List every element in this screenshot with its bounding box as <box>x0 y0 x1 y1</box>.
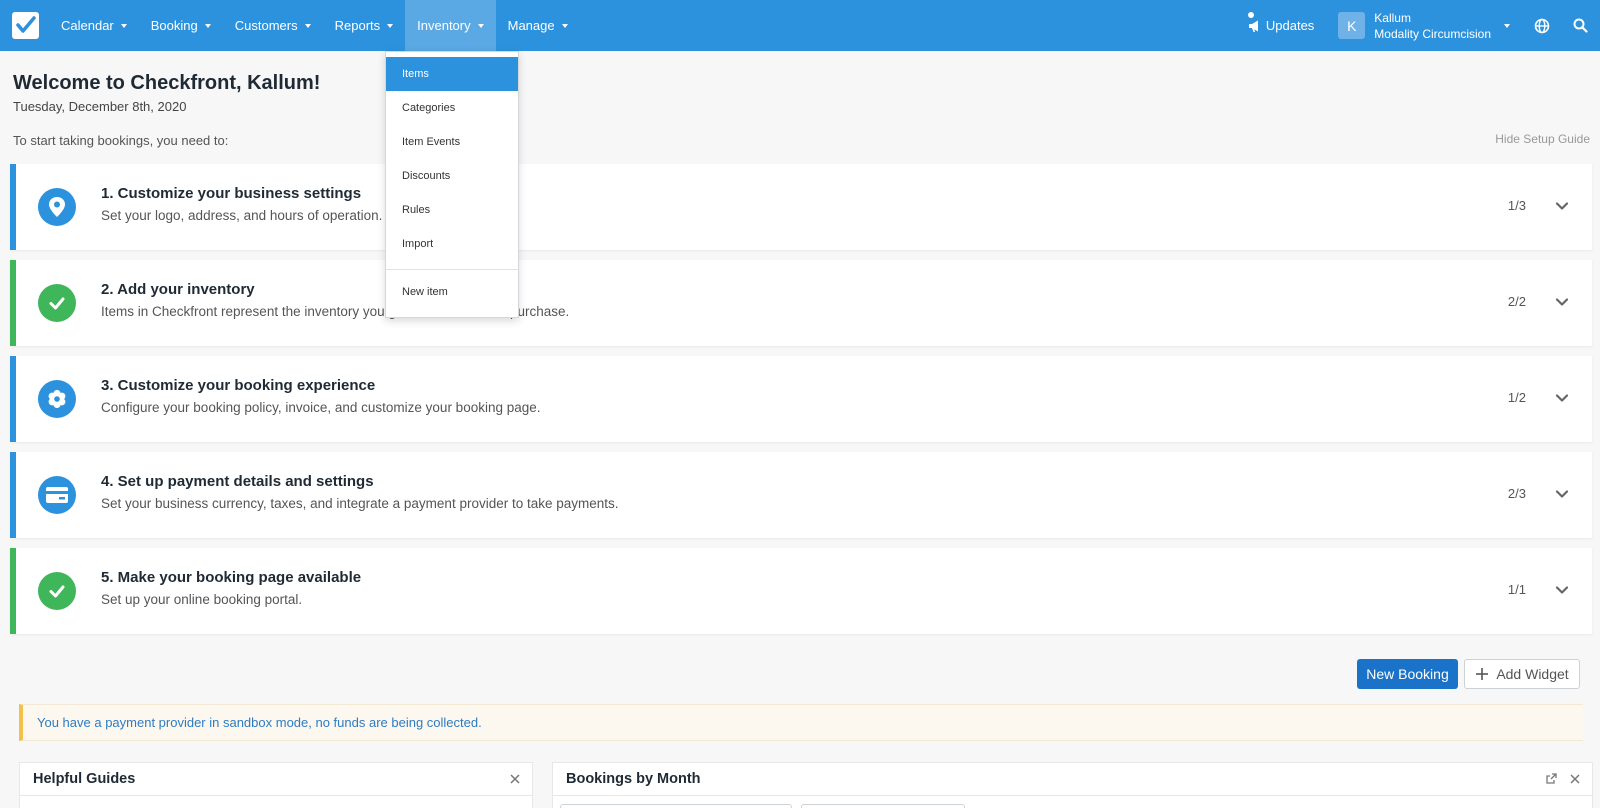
setup-step-1[interactable]: 1. Customize your business settings Set … <box>10 164 1592 250</box>
add-widget-label: Add Widget <box>1496 666 1569 682</box>
user-name: Kallum <box>1374 10 1411 25</box>
step-title: 3. Customize your booking experience <box>101 377 376 394</box>
helpful-guides-widget: Helpful Guides <box>19 762 533 808</box>
step-title: 1. Customize your business settings <box>101 185 362 202</box>
sandbox-alert: You have a payment provider in sandbox m… <box>19 704 1583 741</box>
chevron-down-icon[interactable] <box>1554 486 1570 502</box>
caret-down-icon <box>304 23 311 28</box>
step-description: Set up your online booking portal. <box>101 592 303 607</box>
setup-step-4[interactable]: 4. Set up payment details and settings S… <box>10 452 1592 538</box>
nav-booking[interactable]: Booking <box>139 0 223 51</box>
step-progress: 2/2 <box>1507 294 1526 309</box>
credit-card-icon <box>38 476 76 514</box>
menu-item-rules[interactable]: Rules <box>386 193 518 227</box>
menu-divider <box>386 269 518 270</box>
top-navbar: Calendar Booking Customers Reports Inven… <box>0 0 1600 51</box>
caret-down-icon <box>477 23 484 28</box>
chevron-down-icon[interactable] <box>1554 582 1570 598</box>
close-icon[interactable] <box>1569 773 1581 785</box>
menu-item-new-item[interactable]: New item <box>386 275 518 309</box>
step-progress: 1/1 <box>1507 582 1526 597</box>
nav-customers[interactable]: Customers <box>223 0 323 51</box>
search-icon[interactable] <box>1570 16 1590 36</box>
close-icon[interactable] <box>509 773 521 785</box>
nav-calendar-label: Calendar <box>61 18 114 33</box>
step-title: 4. Set up payment details and settings <box>101 473 374 490</box>
setup-step-5[interactable]: 5. Make your booking page available Set … <box>10 548 1592 634</box>
checkmark-icon <box>38 572 76 610</box>
caret-down-icon <box>387 23 394 28</box>
step-description: Configure your booking policy, invoice, … <box>101 400 541 415</box>
step-description: Set your business currency, taxes, and i… <box>101 496 619 511</box>
location-pin-icon <box>38 188 76 226</box>
gear-icon <box>38 380 76 418</box>
step-progress: 1/2 <box>1507 390 1526 405</box>
megaphone-icon <box>1248 20 1258 32</box>
user-menu[interactable]: Kallum Modality Circumcision <box>1374 10 1491 42</box>
widget-title: Helpful Guides <box>33 771 136 787</box>
nav-customers-label: Customers <box>234 18 298 33</box>
menu-item-item-events[interactable]: Item Events <box>386 125 518 159</box>
menu-item-discounts[interactable]: Discounts <box>386 159 518 193</box>
setup-step-2[interactable]: 2. Add your inventory Items in Checkfron… <box>10 260 1592 346</box>
globe-icon[interactable] <box>1532 16 1552 36</box>
step-progress: 1/3 <box>1507 198 1526 213</box>
nav-manage[interactable]: Manage <box>496 0 580 51</box>
caret-down-icon <box>561 23 568 28</box>
inventory-dropdown-menu: Items Categories Item Events Discounts R… <box>385 51 519 318</box>
avatar[interactable]: K <box>1338 12 1366 39</box>
nav-right-group: Updates K Kallum Modality Circumcision <box>1247 0 1600 51</box>
nav-reports[interactable]: Reports <box>323 0 406 51</box>
nav-calendar[interactable]: Calendar <box>49 0 139 51</box>
chevron-down-icon[interactable] <box>1554 390 1570 406</box>
widget-divider <box>20 795 532 796</box>
nav-reports-label: Reports <box>334 18 381 33</box>
updates-label: Updates <box>1265 18 1315 33</box>
step-description: Set your logo, address, and hours of ope… <box>101 208 383 223</box>
date-range-input[interactable] <box>560 804 792 808</box>
caret-down-icon <box>204 23 211 28</box>
checkmark-icon <box>38 284 76 322</box>
user-caret-down-icon[interactable] <box>1504 23 1510 28</box>
bookings-by-month-widget: Bookings by Month <box>552 762 1593 808</box>
nav-manage-label: Manage <box>507 18 555 33</box>
notification-dot <box>1247 12 1254 18</box>
menu-item-categories[interactable]: Categories <box>386 91 518 125</box>
widget-divider <box>553 795 1592 796</box>
company-name: Modality Circumcision <box>1374 26 1491 41</box>
updates-button[interactable]: Updates <box>1247 12 1315 33</box>
nav-booking-label: Booking <box>150 18 198 33</box>
filter-select[interactable] <box>801 804 965 808</box>
new-booking-button[interactable]: New Booking <box>1357 659 1458 689</box>
checkfront-logo-icon[interactable] <box>12 12 39 39</box>
chevron-down-icon[interactable] <box>1554 294 1570 310</box>
menu-item-items[interactable]: Items <box>386 57 518 91</box>
caret-down-icon <box>120 23 127 28</box>
step-title: 5. Make your booking page available <box>101 569 362 586</box>
widget-title: Bookings by Month <box>566 771 701 787</box>
menu-item-import[interactable]: Import <box>386 227 518 261</box>
chevron-down-icon[interactable] <box>1554 198 1570 214</box>
hide-setup-guide-link[interactable]: Hide Setup Guide <box>1495 132 1590 146</box>
setup-intro-text: To start taking bookings, you need to: <box>13 133 229 148</box>
add-widget-button[interactable]: Add Widget <box>1464 659 1580 689</box>
external-link-icon[interactable] <box>1545 772 1558 785</box>
page-title: Welcome to Checkfront, Kallum! <box>13 72 321 94</box>
step-title: 2. Add your inventory <box>101 281 255 298</box>
plus-icon <box>1476 668 1489 680</box>
setup-step-3[interactable]: 3. Customize your booking experience Con… <box>10 356 1592 442</box>
step-progress: 2/3 <box>1507 486 1526 501</box>
nav-inventory[interactable]: Inventory <box>405 0 496 51</box>
nav-inventory-label: Inventory <box>417 18 471 33</box>
current-date: Tuesday, December 8th, 2020 <box>13 99 187 114</box>
